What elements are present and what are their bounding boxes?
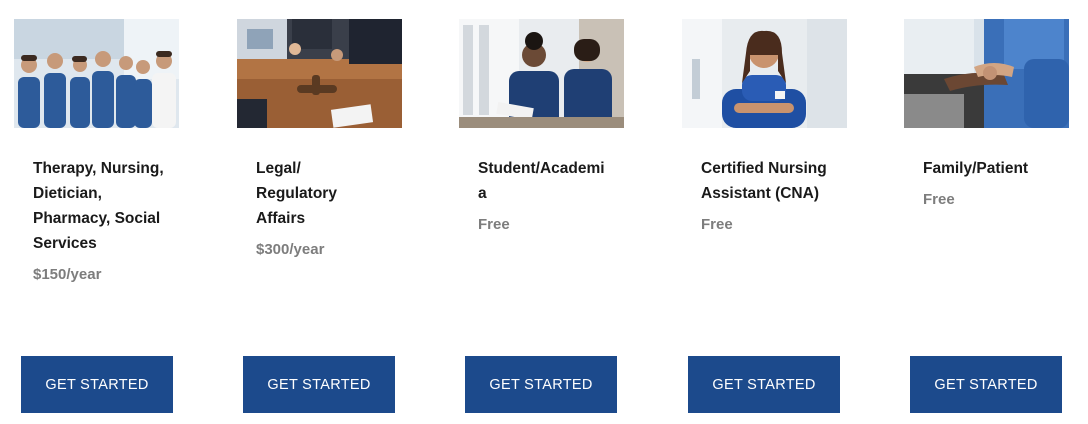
legal-meeting-image	[237, 19, 402, 128]
plan-text-block: Certified Nursing Assistant (CNA) Free	[701, 156, 841, 235]
plan-title: Student/Academia	[478, 160, 605, 202]
plan-price: $150/year	[33, 266, 102, 283]
get-started-button[interactable]: GET STARTED	[688, 356, 840, 413]
caregiver-patient-photo	[904, 19, 1069, 128]
legal-meeting-photo	[237, 19, 402, 128]
get-started-button[interactable]: GET STARTED	[465, 356, 617, 413]
plan-card-therapy: Therapy, Nursing, Dietician, Pharmacy, S…	[14, 0, 204, 424]
plan-text-block: Student/Academia Free	[478, 156, 618, 235]
plan-text-block: Family/Patient Free	[923, 156, 1063, 210]
plan-price: $300/year	[256, 241, 325, 258]
plan-title: Therapy, Nursing, Dietician, Pharmacy, S…	[33, 160, 164, 252]
healthcare-team-image	[14, 19, 179, 128]
nursing-assistant-photo	[682, 19, 847, 128]
plan-title: Certified Nursing Assistant (CNA)	[701, 160, 827, 202]
get-started-button[interactable]: GET STARTED	[243, 356, 395, 413]
plan-text-block: Legal/ Regulatory Affairs $300/year	[256, 156, 396, 260]
students-studying-image	[459, 19, 624, 128]
get-started-button[interactable]: GET STARTED	[21, 356, 173, 413]
plan-price: Free	[478, 216, 510, 233]
plan-card-family: Family/Patient Free GET STARTED	[904, 0, 1088, 424]
plan-card-student: Student/Academia Free GET STARTED	[459, 0, 649, 424]
healthcare-team-photo	[14, 19, 179, 128]
plan-price: Free	[701, 216, 733, 233]
plan-title: Legal/ Regulatory Affairs	[256, 160, 337, 227]
caregiver-patient-image	[904, 19, 1069, 128]
students-studying-photo	[459, 19, 624, 128]
plan-price: Free	[923, 191, 955, 208]
plan-card-cna: Certified Nursing Assistant (CNA) Free G…	[682, 0, 872, 424]
get-started-button[interactable]: GET STARTED	[910, 356, 1062, 413]
plan-title: Family/Patient	[923, 160, 1029, 177]
plan-text-block: Therapy, Nursing, Dietician, Pharmacy, S…	[33, 156, 173, 285]
plan-card-legal: Legal/ Regulatory Affairs $300/year GET …	[237, 0, 427, 424]
nursing-assistant-image	[682, 19, 847, 128]
